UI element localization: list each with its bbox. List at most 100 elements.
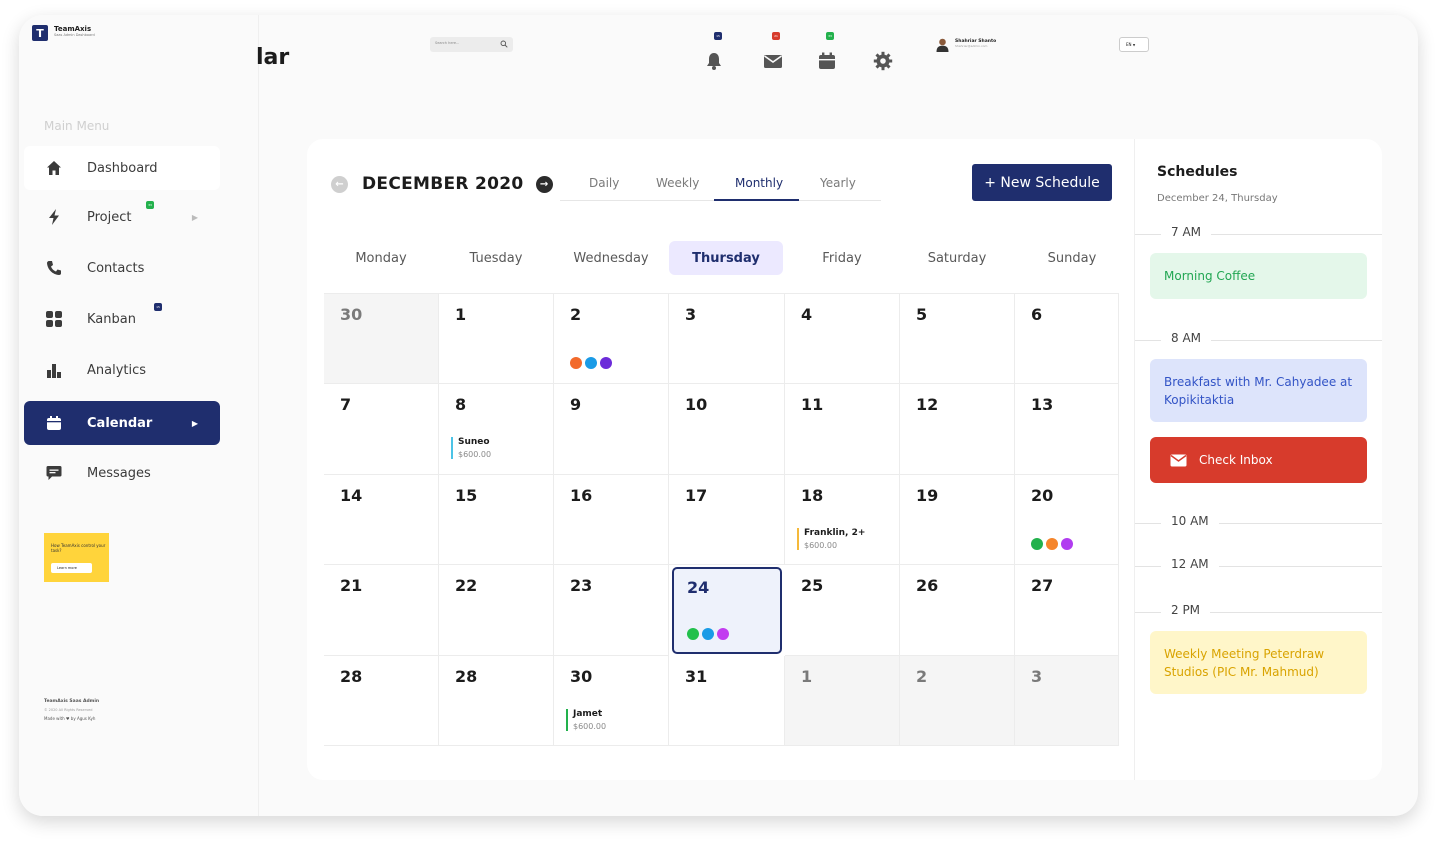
- event-dot: [570, 357, 582, 369]
- app-window: T TeamAxis Saas Admin Dashboard Main Men…: [19, 15, 1418, 816]
- home-icon: [47, 161, 61, 175]
- day-number: 6: [1031, 305, 1043, 324]
- day-number: 17: [685, 486, 708, 505]
- bolt-icon: [49, 209, 59, 225]
- promo-card: How TeamAxis control your task? Learn mo…: [44, 533, 109, 582]
- day-cell[interactable]: 16: [554, 475, 669, 565]
- day-cell[interactable]: 21: [324, 565, 439, 656]
- calendar-event[interactable]: Suneo $600.00: [451, 437, 491, 459]
- schedule-event-check-inbox[interactable]: Check Inbox: [1150, 437, 1367, 483]
- day-cell[interactable]: 5: [900, 294, 1015, 384]
- schedule-event[interactable]: Breakfast with Mr. Cahyadee at Kopikitak…: [1150, 359, 1367, 422]
- event-amount: $600.00: [573, 722, 607, 731]
- sidebar-item-analytics[interactable]: Analytics: [24, 348, 220, 392]
- day-cell[interactable]: 8 Suneo $600.00: [439, 384, 554, 475]
- day-cell[interactable]: 30 Jamet $600.00: [554, 656, 669, 746]
- day-cell[interactable]: 12: [900, 384, 1015, 475]
- day-cell[interactable]: 1: [785, 656, 900, 746]
- chevron-right-icon: ▶: [191, 418, 198, 428]
- calendar-badge: 33: [826, 32, 834, 40]
- day-cell[interactable]: 25: [785, 565, 900, 656]
- day-cell-selected[interactable]: 24: [672, 567, 782, 654]
- day-cell[interactable]: 28: [439, 656, 554, 746]
- new-schedule-button[interactable]: + New Schedule: [972, 164, 1112, 201]
- bell-icon[interactable]: [704, 51, 724, 71]
- chevron-down-icon: ▼: [1132, 43, 1136, 47]
- day-cell[interactable]: 22: [439, 565, 554, 656]
- day-cell[interactable]: 3: [1015, 656, 1119, 746]
- view-tabs: Daily Weekly Monthly Yearly: [560, 169, 881, 201]
- day-cell[interactable]: 20: [1015, 475, 1119, 565]
- footer-copyright: © 2020 All Rights Reserved: [44, 708, 93, 712]
- day-cell[interactable]: 3: [669, 294, 785, 384]
- day-cell[interactable]: 10: [669, 384, 785, 475]
- day-cell[interactable]: 23: [554, 565, 669, 656]
- day-cell[interactable]: 13: [1015, 384, 1119, 475]
- sidebar-item-kanban[interactable]: Kanban 15: [24, 297, 220, 341]
- day-cell[interactable]: 2: [900, 656, 1015, 746]
- day-cell[interactable]: 11: [785, 384, 900, 475]
- mail-icon[interactable]: [763, 51, 783, 71]
- kanban-badge: 15: [154, 303, 162, 311]
- schedule-event[interactable]: Weekly Meeting Peterdraw Studios (PIC Mr…: [1150, 631, 1367, 694]
- day-cell[interactable]: 19: [900, 475, 1015, 565]
- sidebar-item-label: Dashboard: [87, 160, 158, 176]
- active-tab-indicator: [714, 199, 799, 201]
- day-number: 14: [340, 486, 363, 505]
- sidebar-item-contacts[interactable]: Contacts: [24, 246, 220, 290]
- day-cell[interactable]: 7: [324, 384, 439, 475]
- day-number: 18: [801, 486, 824, 505]
- event-dot: [585, 357, 597, 369]
- event-dots[interactable]: [570, 357, 612, 369]
- day-cell[interactable]: 1: [439, 294, 554, 384]
- event-dot: [600, 357, 612, 369]
- day-cell[interactable]: 14: [324, 475, 439, 565]
- calendar-event[interactable]: Jamet $600.00: [566, 709, 606, 731]
- project-badge: 33: [146, 201, 154, 209]
- search-icon[interactable]: [500, 40, 508, 48]
- event-dots[interactable]: [1031, 538, 1073, 550]
- sidebar-item-messages[interactable]: Messages: [24, 451, 220, 495]
- day-cell[interactable]: 9: [554, 384, 669, 475]
- schedules-date: December 24, Thursday: [1157, 193, 1278, 204]
- weekday-sunday: Sunday: [1047, 250, 1097, 266]
- day-cell[interactable]: 26: [900, 565, 1015, 656]
- day-cell[interactable]: 4: [785, 294, 900, 384]
- month-navigation: ← DECEMBER 2020 →: [331, 174, 553, 194]
- tab-weekly[interactable]: Weekly: [656, 176, 699, 190]
- prev-month-button[interactable]: ←: [331, 175, 348, 193]
- sidebar-item-project[interactable]: Project 33 ▶: [24, 195, 220, 239]
- tab-monthly[interactable]: Monthly: [735, 176, 783, 190]
- search-input[interactable]: Search here...: [430, 37, 513, 52]
- time-label: 7 AM: [1161, 225, 1212, 239]
- user-profile[interactable]: Shahriar Shanto Shahriar@admin.com: [935, 37, 996, 52]
- day-cell[interactable]: 27: [1015, 565, 1119, 656]
- day-cell[interactable]: 30: [324, 294, 439, 384]
- day-number: 15: [455, 486, 478, 505]
- learn-more-button[interactable]: Learn more: [51, 563, 92, 573]
- schedule-event[interactable]: Morning Coffee: [1150, 253, 1367, 299]
- event-name: Suneo: [458, 437, 490, 447]
- day-cell[interactable]: 2: [554, 294, 669, 384]
- day-cell[interactable]: 15: [439, 475, 554, 565]
- event-dot: [1046, 538, 1058, 550]
- day-cell[interactable]: 31: [669, 656, 785, 746]
- language-select[interactable]: EN ▼: [1119, 37, 1149, 52]
- tab-daily[interactable]: Daily: [589, 176, 619, 190]
- calendar-icon[interactable]: [817, 51, 837, 71]
- search-placeholder: Search here...: [435, 41, 460, 45]
- day-cell[interactable]: 28: [324, 656, 439, 746]
- day-cell[interactable]: 6: [1015, 294, 1119, 384]
- event-dots[interactable]: [687, 628, 729, 640]
- gear-icon[interactable]: [873, 51, 893, 71]
- sidebar-item-calendar[interactable]: Calendar ▶: [24, 401, 220, 445]
- sidebar-item-dashboard[interactable]: Dashboard: [24, 146, 220, 190]
- phone-icon: [47, 261, 61, 275]
- calendar-event[interactable]: Franklin, 2+ $600.00: [797, 528, 865, 550]
- next-month-button[interactable]: →: [535, 175, 553, 193]
- day-cell[interactable]: 17: [669, 475, 785, 565]
- tab-yearly[interactable]: Yearly: [820, 176, 856, 190]
- day-cell[interactable]: 18 Franklin, 2+ $600.00: [785, 475, 900, 565]
- day-number: 23: [570, 576, 593, 595]
- brand[interactable]: T TeamAxis Saas Admin Dashboard: [32, 25, 95, 41]
